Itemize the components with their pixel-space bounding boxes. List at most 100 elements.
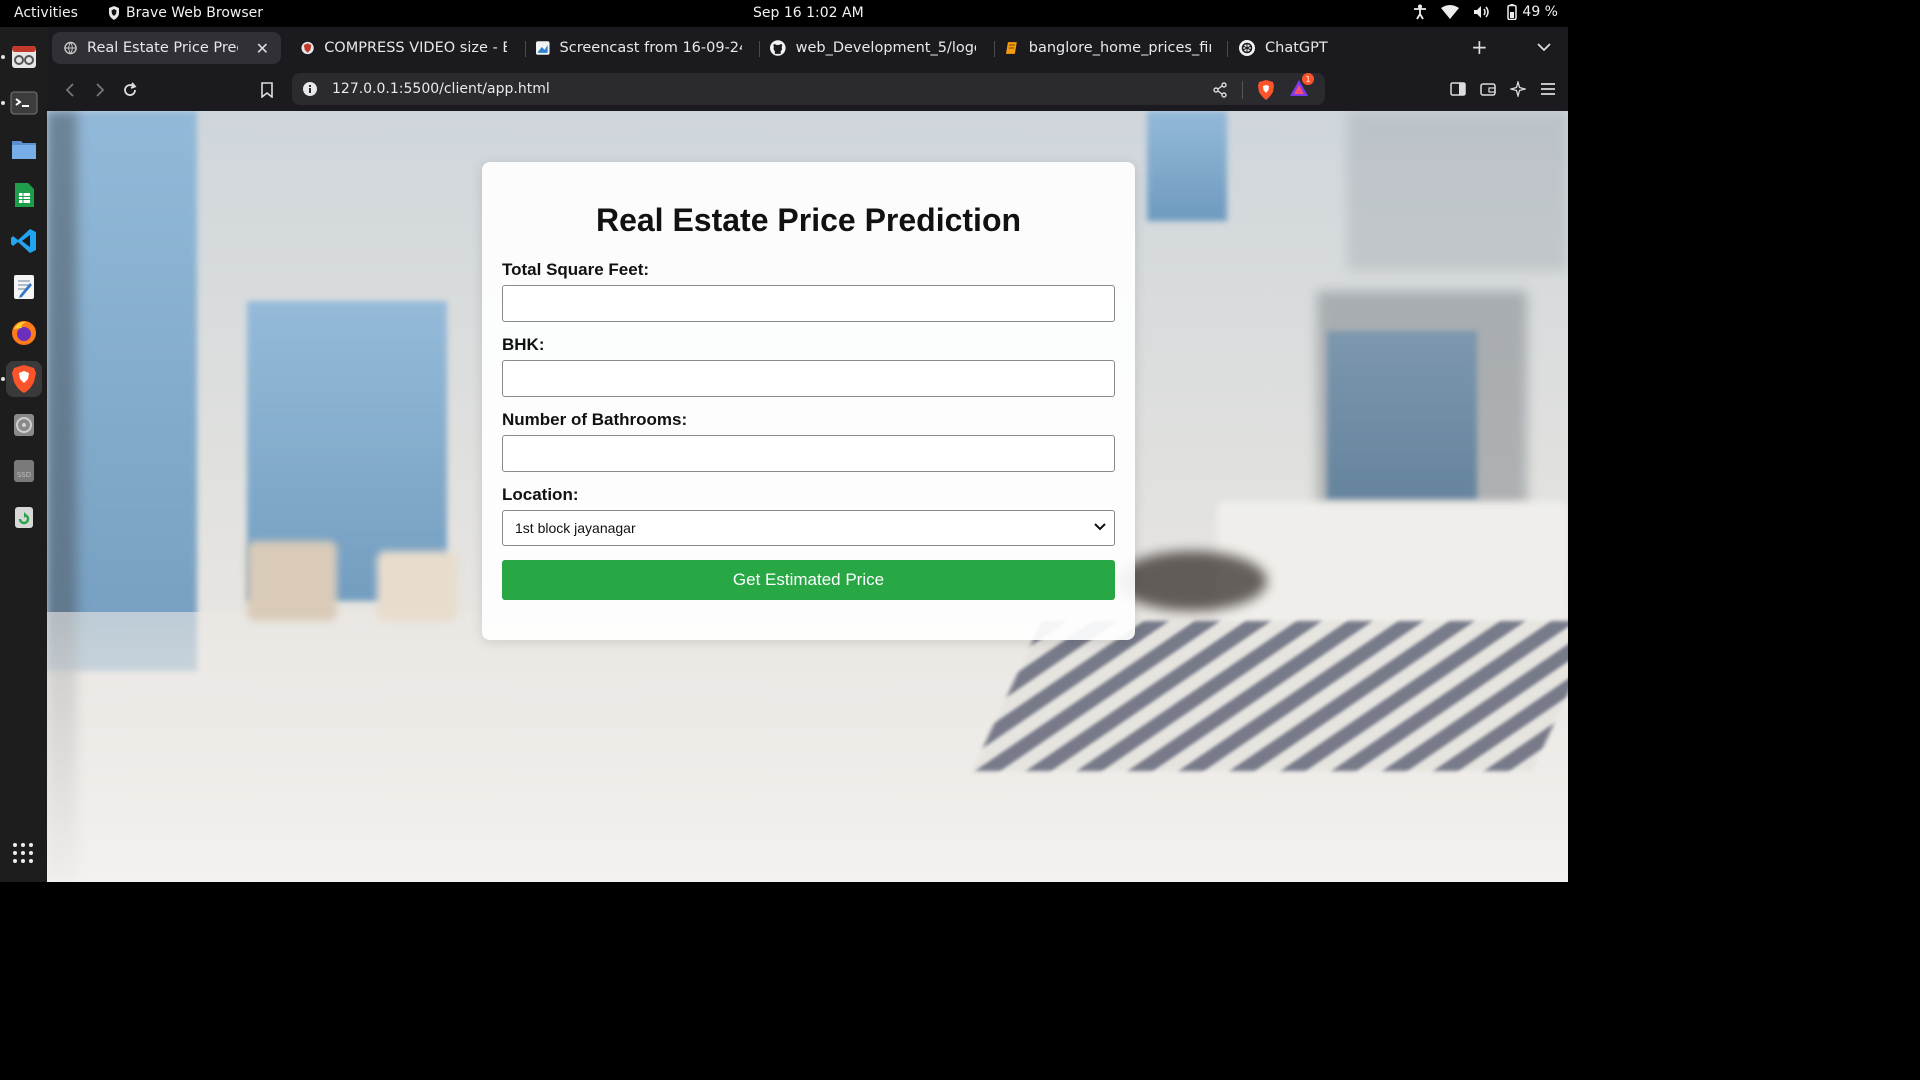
dock-brave[interactable] (0, 361, 42, 397)
system-top-bar: Activities Brave Web Browser Sep 16 1:02… (0, 0, 1568, 27)
wallet-icon[interactable] (1480, 81, 1496, 97)
brave-app-icon (109, 6, 119, 20)
app-name-label: Brave Web Browser (126, 5, 263, 21)
get-estimated-price-button[interactable]: Get Estimated Price (502, 560, 1115, 600)
browser-window: Real Estate Price Predic ✕ COMPRESS VIDE… (47, 27, 1568, 882)
arrow-right-icon (96, 83, 105, 97)
running-indicator (0, 101, 5, 105)
new-tab-button[interactable]: + (1471, 35, 1488, 59)
running-indicator (0, 55, 5, 59)
battery-icon (1507, 4, 1518, 20)
chevron-down-icon (1094, 523, 1106, 531)
text-editor-icon (13, 275, 34, 299)
show-apps-button[interactable] (12, 842, 34, 868)
back-button[interactable] (60, 80, 80, 100)
tab-github[interactable]: web_Development_5/logo (758, 32, 988, 64)
location-selected-value: 1st block jayanagar (515, 520, 636, 536)
rewards-badge: 1 (1302, 73, 1314, 85)
bookmark-icon (261, 82, 273, 98)
wifi-icon[interactable] (1441, 5, 1460, 19)
bookmark-button[interactable] (257, 80, 277, 100)
files-folder-icon (11, 141, 36, 159)
dock-terminal[interactable] (0, 85, 42, 121)
battery-percent: 49 % (1522, 4, 1558, 20)
dock-disc[interactable] (6, 407, 42, 443)
apps-grid-icon (13, 843, 33, 863)
chevron-down-icon (1537, 43, 1551, 52)
accessibility-icon[interactable] (1413, 4, 1427, 20)
globe-favicon-icon (64, 41, 77, 55)
firefox-icon (11, 321, 36, 345)
tab-strip: Real Estate Price Predic ✕ COMPRESS VIDE… (47, 27, 1568, 69)
bathrooms-label: Number of Bathrooms: (502, 410, 688, 429)
brave-rewards-button[interactable]: 1 (1289, 73, 1314, 101)
dock-readonly-app[interactable] (0, 39, 42, 75)
app-menu[interactable]: Brave Web Browser (108, 5, 263, 21)
dock-text-editor[interactable] (6, 269, 42, 305)
reload-button[interactable] (120, 80, 140, 100)
tab-screencast[interactable]: Screencast from 16-09-24 (524, 32, 754, 64)
share-icon[interactable] (1212, 82, 1228, 98)
notebook-favicon-icon (1005, 42, 1017, 54)
sidebar-toggle-icon[interactable] (1450, 81, 1466, 97)
site-info-button[interactable] (302, 81, 318, 97)
ssd-drive-icon: SSD (13, 460, 34, 482)
dock-ssd[interactable]: SSD (6, 453, 42, 489)
chatgpt-favicon-icon (1239, 40, 1255, 56)
sqft-label: Total Square Feet: (502, 260, 650, 279)
svg-text:SSD: SSD (16, 471, 30, 479)
brave-lion-icon (11, 365, 36, 393)
tab-banglore-prices[interactable]: banglore_home_prices_fin (993, 32, 1223, 64)
dock-firefox[interactable] (6, 315, 42, 351)
browser-toolbar: 127.0.0.1:5500/client/app.html 1 (47, 69, 1568, 111)
sqft-input[interactable] (502, 285, 1115, 322)
address-bar[interactable]: 127.0.0.1:5500/client/app.html 1 (292, 73, 1325, 105)
location-label: Location: (502, 485, 579, 504)
compress-favicon-icon (301, 41, 314, 55)
info-icon (303, 82, 317, 96)
bhk-label: BHK: (502, 335, 545, 354)
vscode-icon (10, 229, 36, 253)
dock: SSD (0, 27, 47, 882)
tab-real-estate[interactable]: Real Estate Price Predic ✕ (52, 32, 281, 64)
close-tab-icon[interactable]: ✕ (256, 39, 269, 58)
bathrooms-input[interactable] (502, 435, 1115, 472)
web-page: Real Estate Price Prediction Total Squar… (47, 111, 1568, 882)
page-title: Real Estate Price Prediction (595, 202, 1022, 238)
activities-button[interactable]: Activities (14, 5, 78, 21)
forward-button[interactable] (90, 80, 110, 100)
location-select[interactable]: 1st block jayanagar (502, 510, 1115, 546)
dock-trash[interactable] (6, 499, 42, 535)
toolbar-actions (1450, 81, 1556, 97)
background-rug (972, 621, 1568, 771)
tab-list-button[interactable] (1537, 37, 1551, 56)
reload-icon (124, 82, 137, 96)
tab-compress-video[interactable]: COMPRESS VIDEO size - Br (289, 32, 519, 64)
tab-chatgpt[interactable]: ChatGPT (1227, 32, 1457, 64)
tab-title: web_Development_5/logo (795, 40, 976, 56)
bhk-input[interactable] (502, 360, 1115, 397)
volume-icon[interactable] (1473, 5, 1491, 19)
github-favicon-icon (770, 40, 786, 56)
tab-title: banglore_home_prices_fin (1028, 40, 1211, 56)
dock-vscode[interactable] (6, 223, 42, 259)
menu-icon[interactable] (1540, 81, 1556, 97)
trash-icon (14, 507, 33, 528)
brave-shields-icon[interactable] (1257, 80, 1275, 100)
disc-drive-icon (13, 414, 34, 436)
tab-title: COMPRESS VIDEO size - Br (324, 40, 507, 56)
battery-indicator[interactable]: 49 % (1505, 4, 1558, 20)
dock-files[interactable] (6, 131, 42, 167)
terminal-icon (10, 91, 37, 115)
spreadsheet-icon (14, 183, 34, 207)
leo-ai-icon[interactable] (1510, 81, 1526, 97)
system-tray[interactable]: 49 % (1413, 4, 1558, 20)
dock-spreadsheet[interactable] (6, 177, 42, 213)
address-bar-actions: 1 (1212, 73, 1314, 101)
image-favicon-icon (536, 41, 550, 55)
running-indicator (0, 377, 5, 381)
arrow-left-icon (65, 83, 74, 97)
prediction-form-card: Real Estate Price Prediction Total Squar… (482, 162, 1135, 640)
url-text[interactable]: 127.0.0.1:5500/client/app.html (332, 81, 550, 97)
clock[interactable]: Sep 16 1:02 AM (753, 5, 864, 21)
